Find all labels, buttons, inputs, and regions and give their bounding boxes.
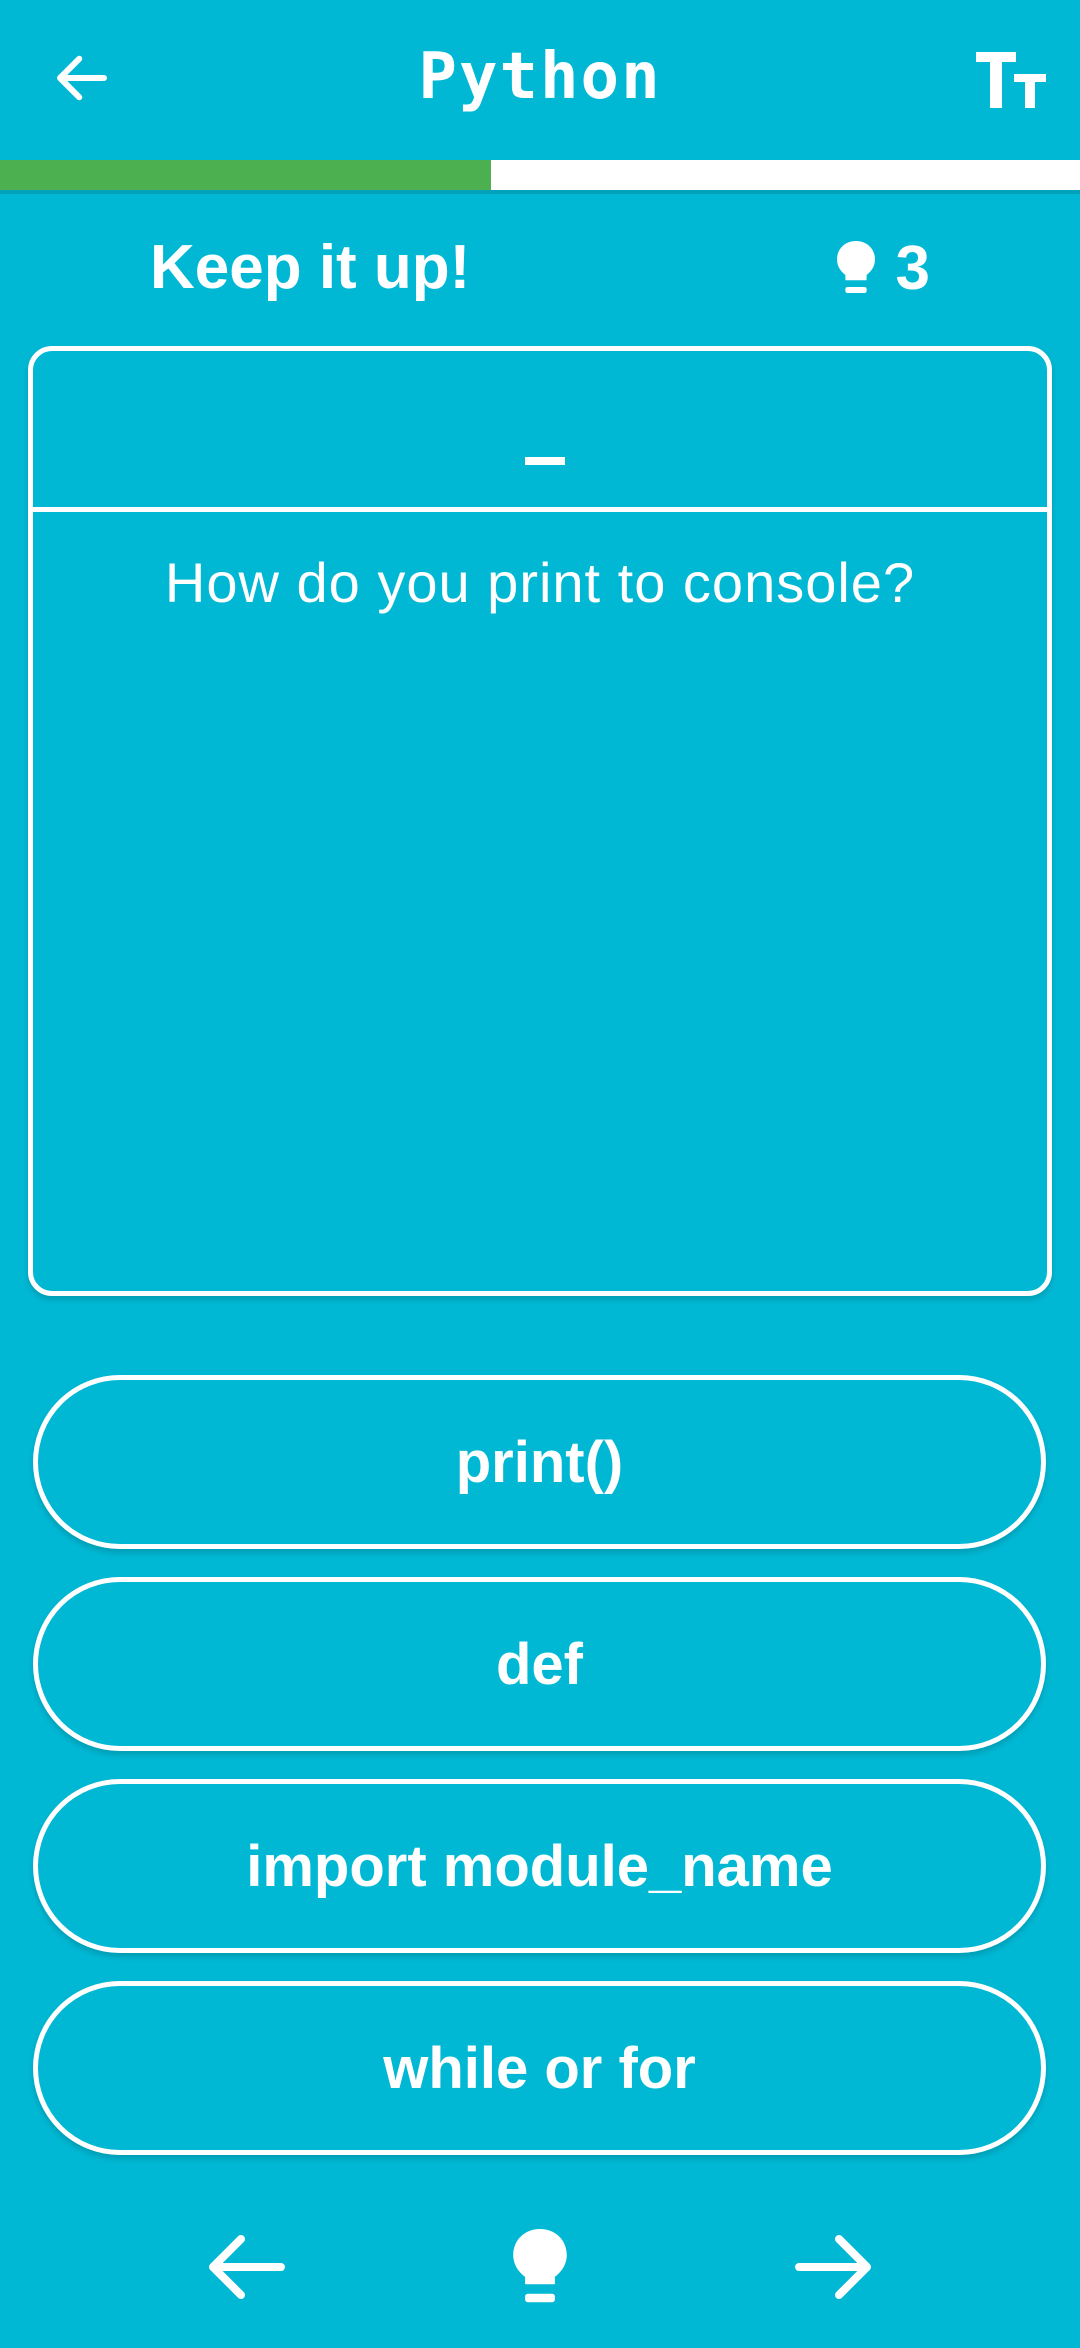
progress-fill bbox=[0, 160, 492, 190]
option-button[interactable]: print() bbox=[33, 1375, 1046, 1549]
previous-button[interactable] bbox=[190, 2212, 300, 2322]
option-button[interactable]: def bbox=[33, 1577, 1046, 1751]
progress-shadow bbox=[0, 190, 1080, 194]
lightbulb-icon bbox=[513, 2228, 567, 2303]
status-row: Keep it up! 3 bbox=[0, 228, 1080, 308]
text-size-button[interactable] bbox=[968, 36, 1052, 120]
question-card: How do you print to console? bbox=[28, 346, 1052, 1296]
hint-button[interactable] bbox=[485, 2212, 595, 2322]
app-title: Python bbox=[418, 40, 662, 114]
answer-options: print() def import module_name while or … bbox=[33, 1375, 1046, 2183]
next-button[interactable] bbox=[780, 2212, 890, 2322]
progress-bar bbox=[0, 160, 1080, 190]
question-text: How do you print to console? bbox=[164, 551, 916, 614]
hint-count: 3 bbox=[895, 233, 930, 303]
arrow-right-icon bbox=[795, 2235, 871, 2299]
hint-counter: 3 bbox=[834, 228, 930, 308]
arrow-left-icon bbox=[209, 2235, 285, 2299]
answer-placeholder bbox=[525, 457, 565, 465]
option-button[interactable]: while or for bbox=[33, 1981, 1046, 2155]
answer-area bbox=[33, 351, 1047, 512]
top-app-bar: Python bbox=[0, 0, 1080, 160]
option-button[interactable]: import module_name bbox=[33, 1779, 1046, 1953]
text-size-icon bbox=[976, 52, 1046, 108]
encouragement-text: Keep it up! bbox=[150, 233, 471, 302]
lightbulb-icon bbox=[836, 241, 875, 293]
